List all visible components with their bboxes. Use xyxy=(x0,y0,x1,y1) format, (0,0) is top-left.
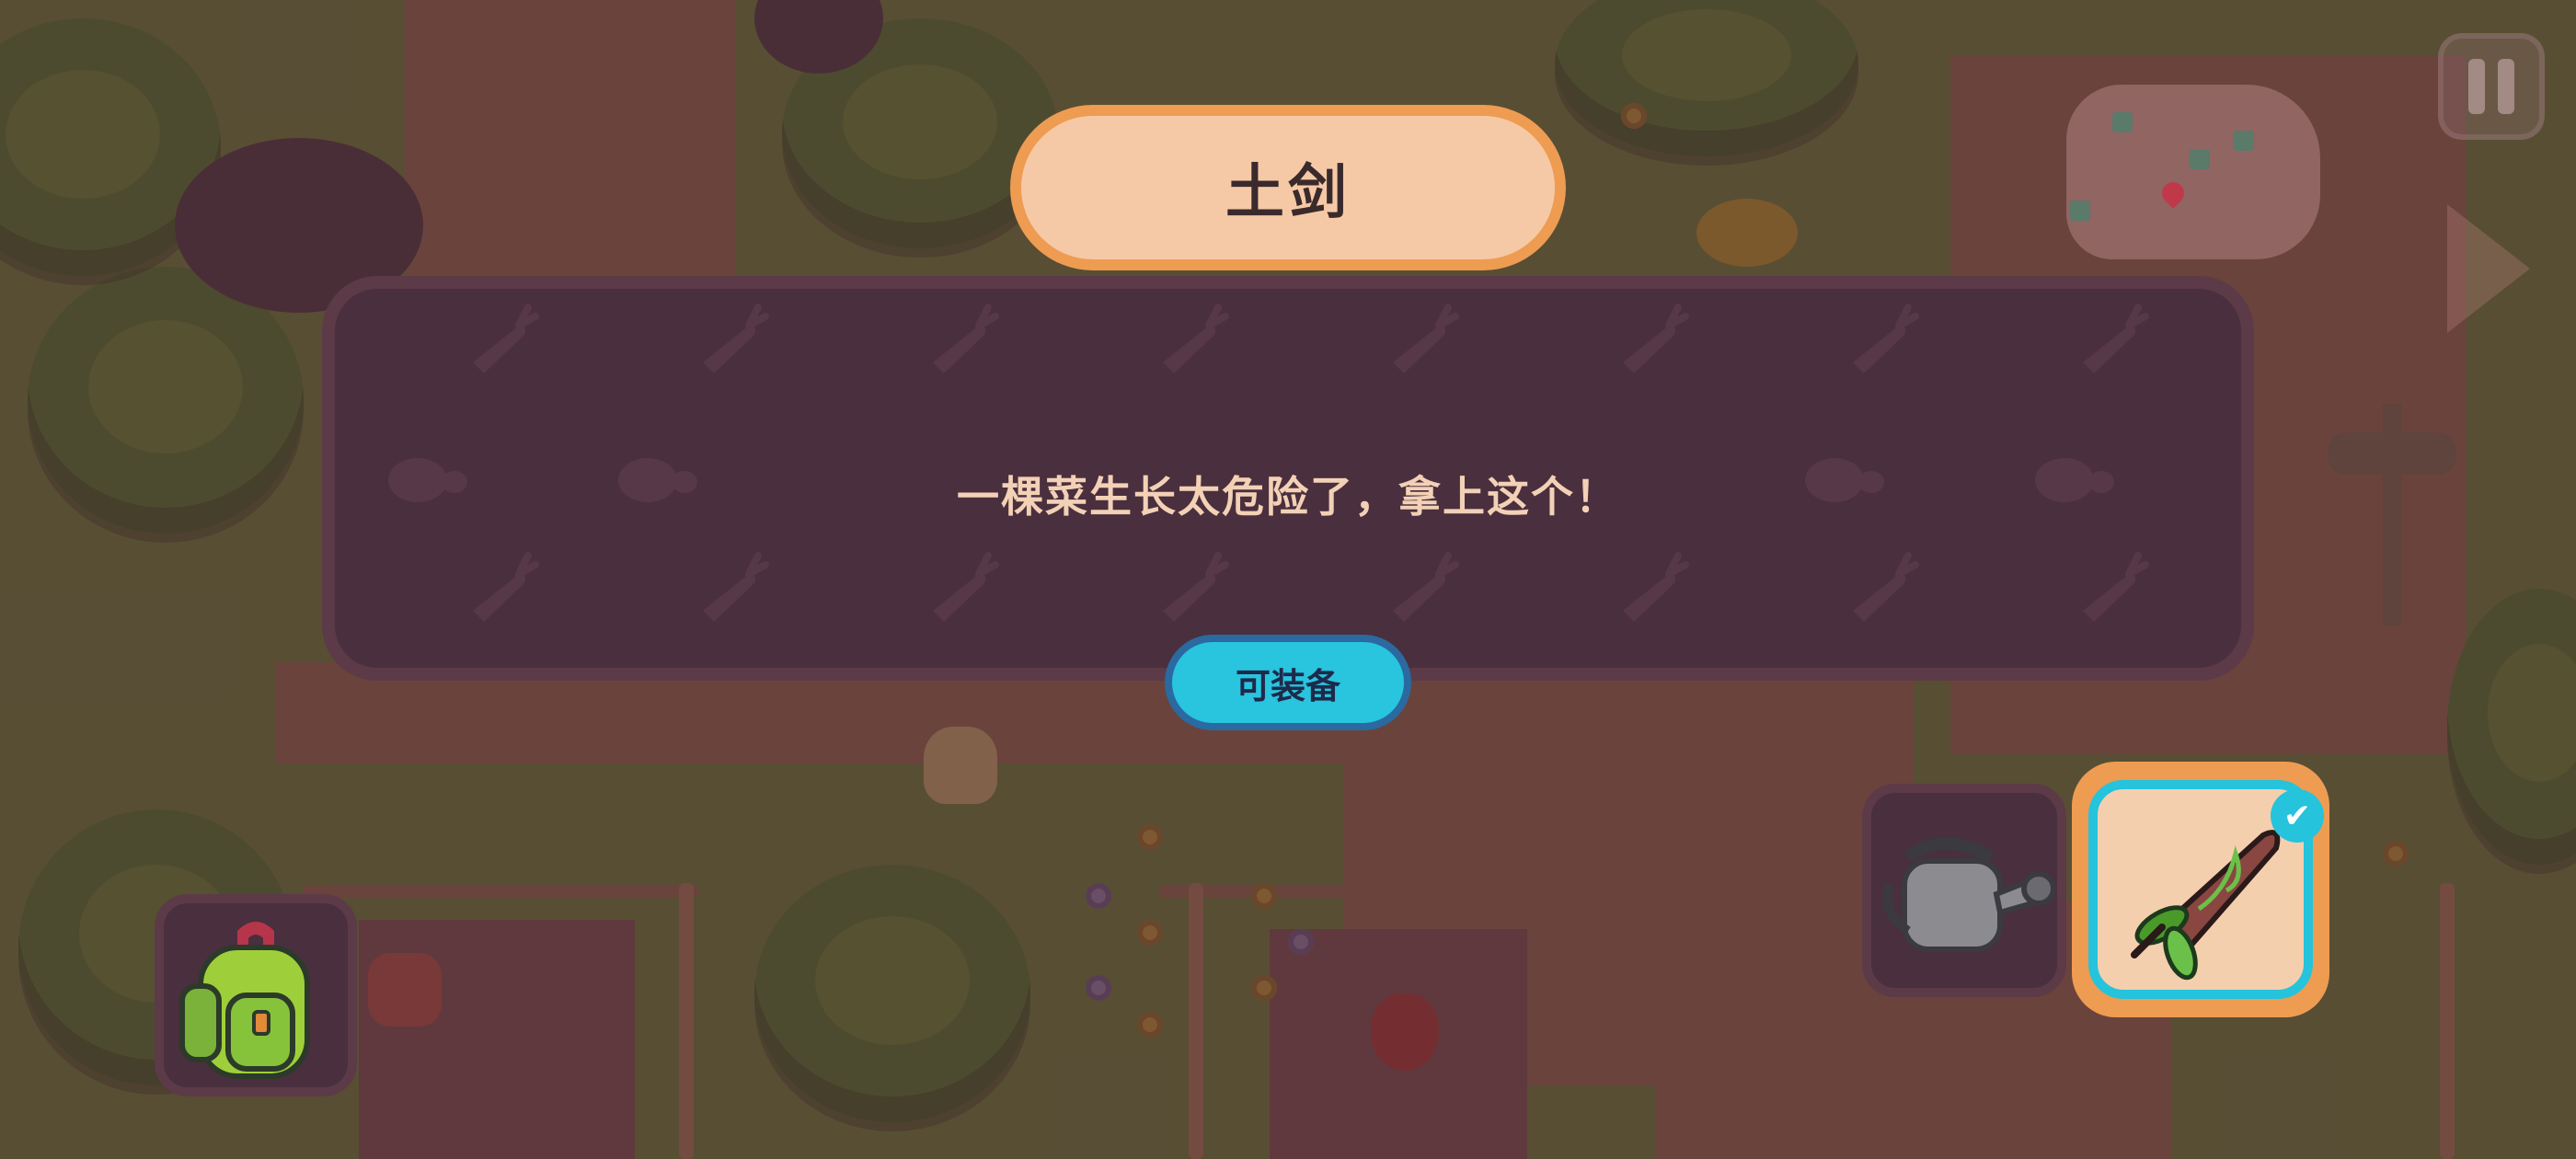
minimap-marker xyxy=(2070,201,2090,221)
backpack-icon xyxy=(179,922,310,1079)
tool-slot-dirt-sword[interactable]: ✔ xyxy=(2072,762,2329,1017)
pause-icon xyxy=(2498,59,2514,114)
arrow-right-icon[interactable] xyxy=(2447,204,2530,333)
minimap-marker xyxy=(2190,149,2210,169)
pause-button[interactable] xyxy=(2438,33,2545,140)
minimap-marker xyxy=(2112,112,2133,132)
item-dialog-panel: 一棵菜生长太危险了，拿上这个！ xyxy=(322,276,2254,681)
selected-check-icon: ✔ xyxy=(2271,789,2324,843)
minimap-player-pin-icon xyxy=(2157,178,2189,209)
pause-icon xyxy=(2468,59,2485,114)
backpack-button[interactable] xyxy=(155,894,357,1096)
dialog-message: 一棵菜生长太危险了，拿上这个！ xyxy=(957,472,1619,522)
minimap[interactable] xyxy=(2066,85,2320,259)
item-name-title: 土剑 xyxy=(1225,159,1351,227)
item-title-plate: 土剑 xyxy=(1010,105,1566,270)
equip-button[interactable]: 可装备 xyxy=(1165,635,1411,730)
minimap-marker xyxy=(2234,131,2254,151)
tool-slot-watering-can[interactable] xyxy=(1862,784,2066,997)
watering-can-icon xyxy=(1882,837,2056,952)
